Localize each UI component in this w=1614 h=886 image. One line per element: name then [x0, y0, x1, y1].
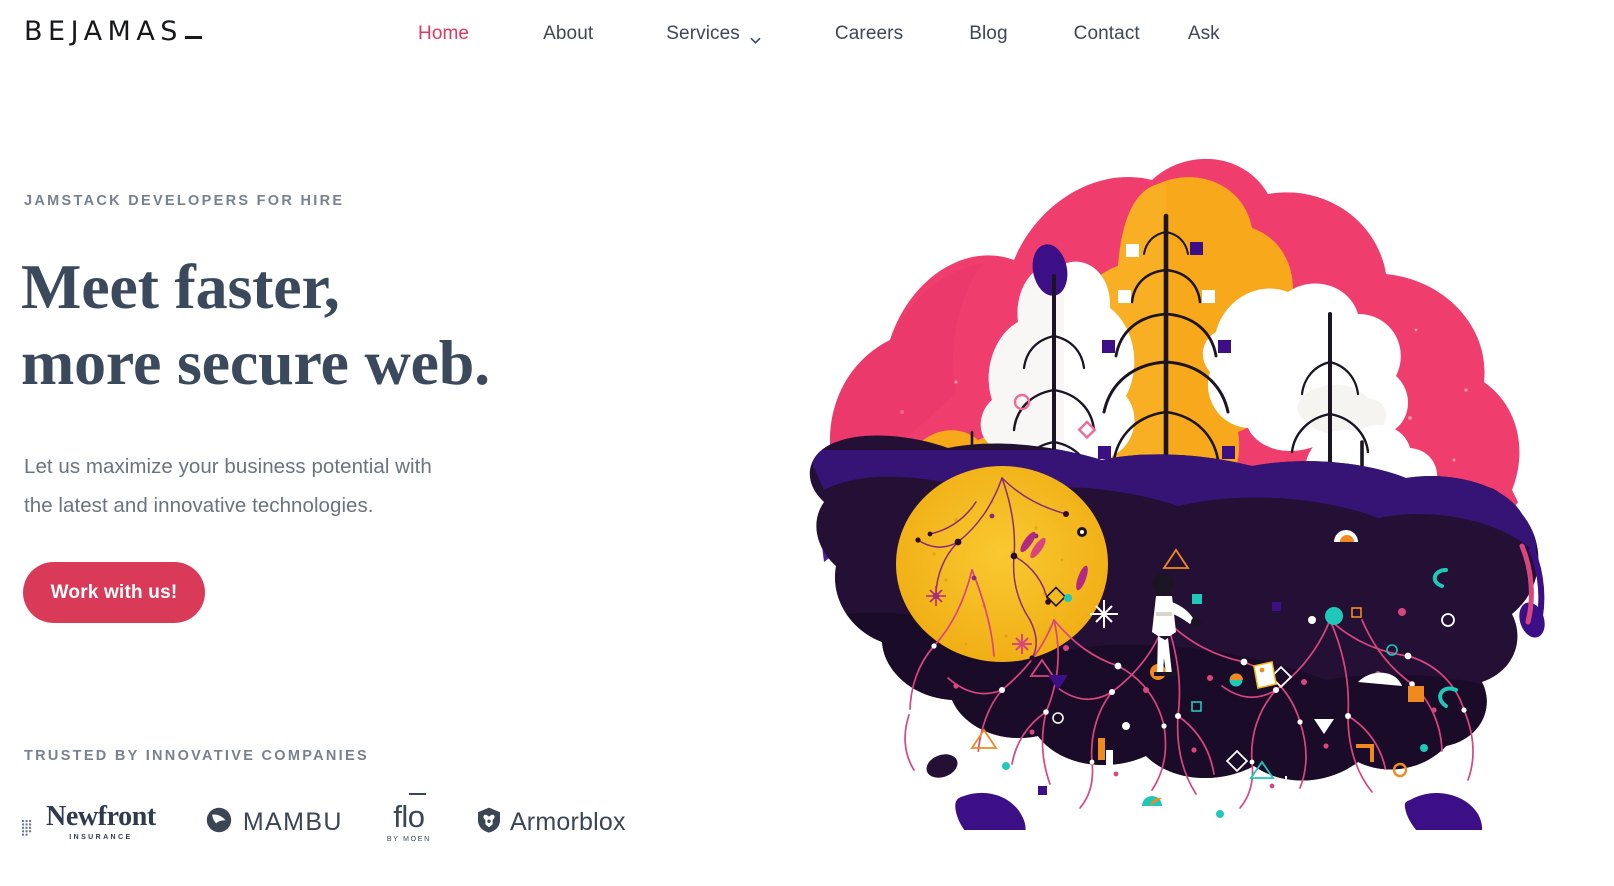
floating-island-forest-illustration: [806, 150, 1566, 830]
work-with-us-button[interactable]: Work with us!: [23, 562, 205, 623]
trusted-by-label: TRUSTED BY INNOVATIVE COMPANIES: [24, 748, 369, 764]
client-logo-flo[interactable]: fl o BY MOEN: [386, 792, 431, 846]
flo-wordmark-pre: fl: [393, 798, 408, 834]
flo-wordmark-o: o: [407, 798, 425, 834]
hero-eyebrow: JAMSTACK DEVELOPERS FOR HIRE: [24, 193, 345, 209]
mambu-circle-icon: [206, 807, 232, 838]
chevron-down-icon: [749, 28, 762, 44]
main-navigation: Home About Services Careers Blog Contact…: [418, 20, 1220, 48]
flo-wordmark: fl o: [393, 792, 426, 834]
nav-item-about[interactable]: About: [543, 20, 593, 48]
hero-subcopy: Let us maximize your business potential …: [24, 447, 432, 525]
armorblox-shield-icon: [477, 807, 501, 838]
brand-logo[interactable]: BEJAMAS: [24, 18, 202, 45]
site-header: BEJAMAS Home About Services Careers Blog…: [0, 0, 1614, 68]
nav-item-services[interactable]: Services: [666, 20, 762, 48]
subcopy-line-2: the latest and innovative technologies.: [24, 494, 374, 517]
client-logo-mambu[interactable]: MAMBU: [206, 798, 343, 846]
landing-page: BEJAMAS Home About Services Careers Blog…: [0, 0, 1614, 886]
brand-logo-text: BEJAMAS: [24, 16, 183, 47]
flo-subtext: BY MOEN: [386, 835, 431, 843]
client-logo-armorblox[interactable]: Armorblox: [477, 798, 626, 846]
newfront-wordmark: Newfront: [46, 801, 156, 832]
nav-item-services-label: Services: [666, 23, 740, 44]
mambu-wordmark: MAMBU: [242, 808, 343, 836]
nav-item-about-label: About: [543, 23, 594, 44]
nav-item-home-label: Home: [418, 23, 470, 44]
nav-item-ask-label: Ask: [1187, 23, 1220, 44]
flo-macron-icon: o: [407, 792, 426, 834]
client-logo-newfront[interactable]: Newfront INSURANCE: [22, 798, 156, 846]
subcopy-line-1: Let us maximize your business potential …: [24, 455, 432, 478]
nav-item-careers-label: Careers: [834, 23, 904, 44]
newfront-subtext: INSURANCE: [69, 834, 133, 841]
brand-logo-cursor: [184, 36, 202, 39]
headline-line-1: Meet faster,: [21, 251, 340, 322]
nav-item-contact[interactable]: Contact: [1074, 20, 1140, 48]
headline-line-2: more secure web.: [21, 327, 490, 398]
soil-mass: [809, 435, 1539, 781]
nav-item-home[interactable]: Home: [418, 20, 469, 48]
nav-item-ask[interactable]: Ask: [1188, 20, 1220, 48]
client-logo-row: Newfront INSURANCE MAMBU fl o BY MOEN Ar…: [22, 792, 626, 846]
work-with-us-button-label: Work with us!: [50, 581, 178, 603]
underground-sun-circle: [896, 466, 1108, 662]
newfront-grid-icon: [22, 817, 39, 842]
nav-item-blog-label: Blog: [969, 23, 1008, 44]
nav-item-blog[interactable]: Blog: [969, 20, 1007, 48]
nav-item-contact-label: Contact: [1073, 23, 1140, 44]
armorblox-wordmark: Armorblox: [509, 808, 626, 836]
page-title: Meet faster, more secure web.: [21, 249, 490, 401]
nav-item-careers[interactable]: Careers: [835, 20, 903, 48]
